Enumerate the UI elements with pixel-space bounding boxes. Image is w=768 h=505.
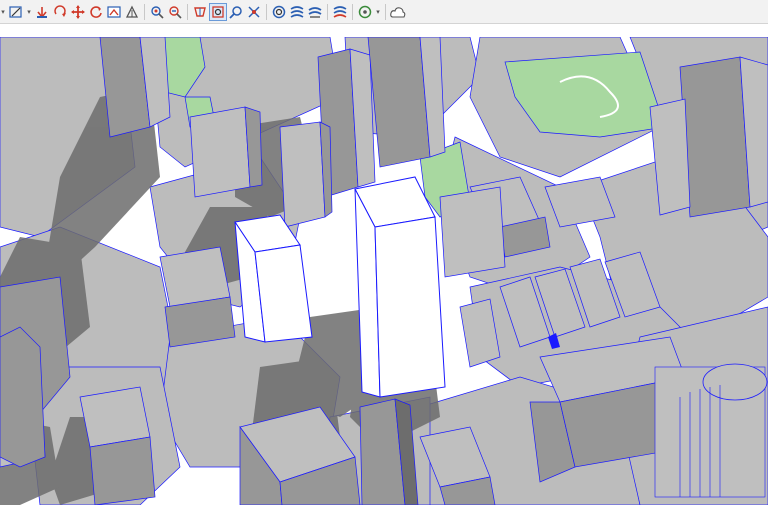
style-b-icon[interactable] [307, 4, 323, 20]
globe-icon[interactable] [357, 4, 373, 20]
move-cross-icon[interactable] [70, 4, 86, 20]
style-a-icon[interactable] [289, 4, 305, 20]
shadow-study-icon[interactable] [124, 4, 140, 20]
layers-icon[interactable] [271, 4, 287, 20]
shading-dropdown-icon[interactable]: ▾ [0, 4, 6, 20]
toolbar-separator [327, 3, 328, 20]
search-zoom-icon[interactable] [228, 4, 244, 20]
edit-box-icon[interactable] [8, 4, 24, 20]
locate-pin-icon[interactable] [149, 4, 165, 20]
rotate-icon[interactable] [88, 4, 104, 20]
edit-dropdown-icon[interactable]: ▾ [26, 4, 32, 20]
toolbar-gap [0, 24, 768, 37]
globe-dropdown-icon[interactable]: ▾ [375, 4, 381, 20]
map-zoom-icon[interactable] [106, 4, 122, 20]
toolbar: ▾ ▾ ▾ [0, 0, 768, 24]
select-arrow-icon[interactable] [209, 2, 227, 21]
toolbar-separator [266, 3, 267, 20]
cylinder-tower [654, 363, 768, 498]
selected-building-2-right [374, 216, 446, 398]
perspective-icon[interactable] [192, 4, 208, 20]
toolbar-separator [385, 3, 386, 20]
app-window: ▾ ▾ ▾ [0, 0, 768, 505]
style-c-icon[interactable] [332, 4, 348, 20]
pan-down-icon[interactable] [34, 4, 50, 20]
extents-icon[interactable] [246, 4, 262, 20]
3d-city-scene[interactable] [0, 37, 768, 505]
measure-icon[interactable] [167, 4, 183, 20]
toolbar-separator [144, 3, 145, 20]
toolbar-separator [187, 3, 188, 20]
toolbar-separator [352, 3, 353, 20]
orbit-icon[interactable] [52, 4, 68, 20]
cloud-icon[interactable] [390, 4, 406, 20]
